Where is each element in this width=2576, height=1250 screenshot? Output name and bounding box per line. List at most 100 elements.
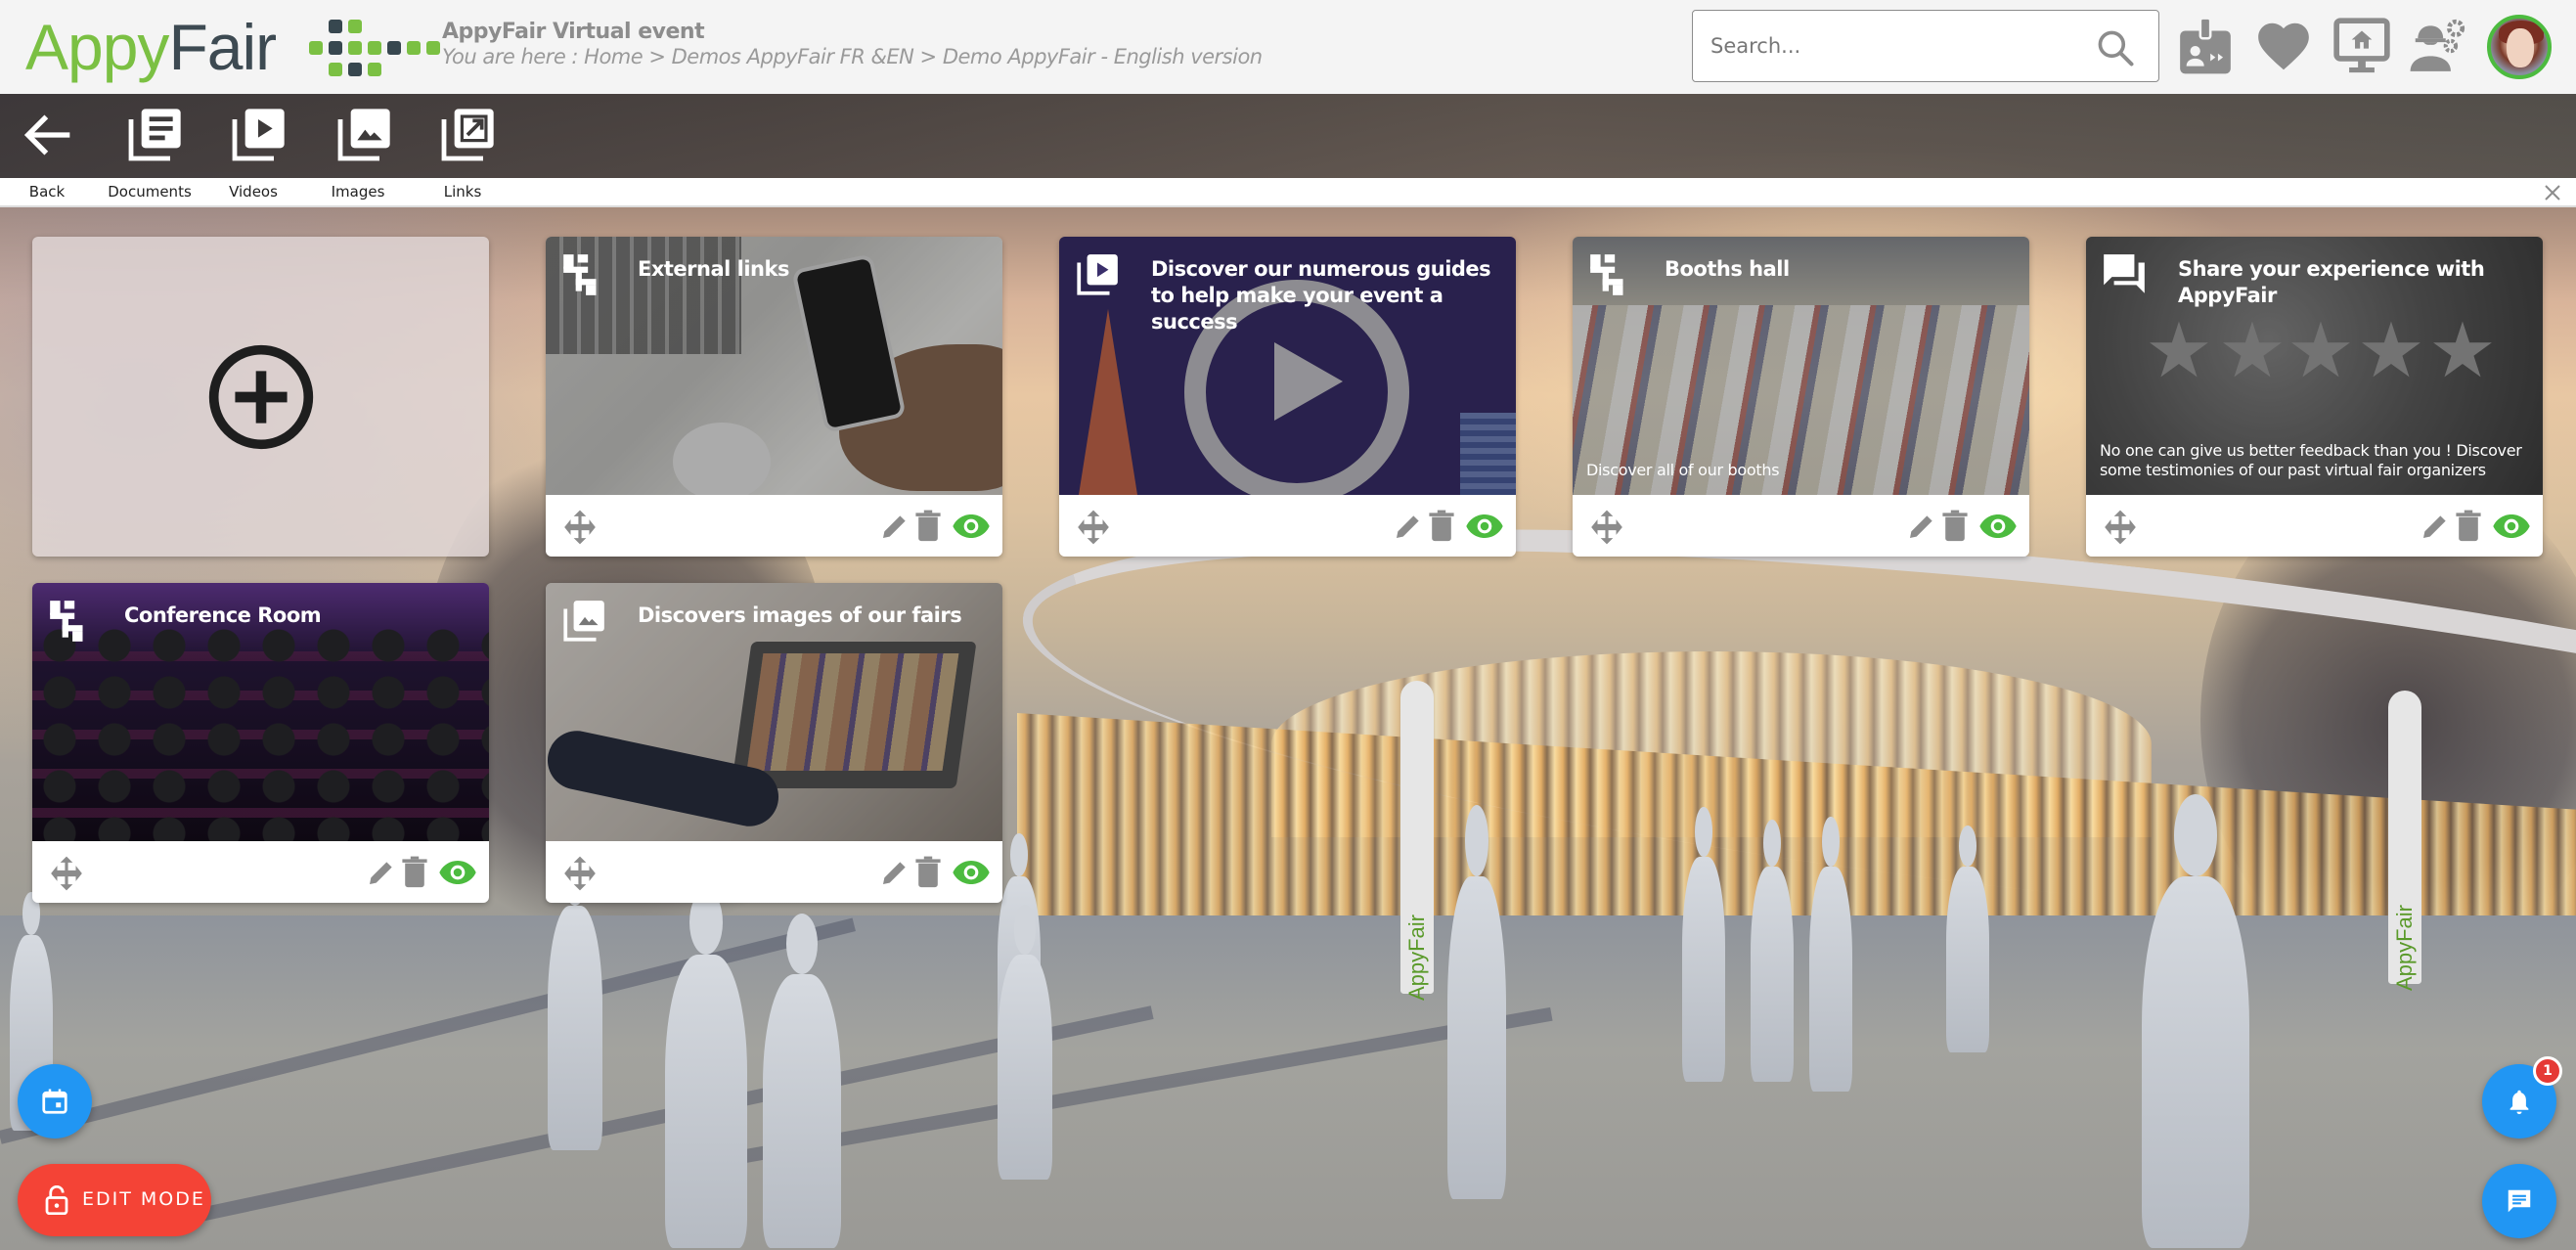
appyfair-logo[interactable]: Appy Fair	[25, 10, 440, 84]
edit-icon[interactable]	[1393, 511, 1424, 542]
arrow-left-icon	[23, 114, 70, 156]
tile-title: Share your experience with AppyFair	[2178, 257, 2485, 307]
sitemap-icon	[1590, 254, 1623, 295]
app-header: Appy Fair AppyFair Virtual event You are …	[0, 0, 2576, 94]
visibility-icon[interactable]	[952, 513, 991, 540]
monitor-home-icon[interactable]	[2332, 16, 2392, 76]
tile-fair-images[interactable]: Discovers images of our fairs	[546, 583, 1002, 903]
tile-description: Discover all of our booths	[1586, 461, 1780, 479]
links-icon	[441, 109, 494, 161]
star-icon: ★	[2287, 307, 2355, 395]
documents-icon	[128, 109, 181, 161]
breadcrumb[interactable]: You are here : Home > Demos AppyFair FR …	[442, 45, 1263, 68]
move-icon[interactable]	[561, 855, 599, 892]
logo-text-appy: Appy	[25, 11, 169, 83]
edit-icon[interactable]	[2420, 511, 2451, 542]
images-icon	[337, 109, 390, 161]
links-label[interactable]: Links	[444, 183, 482, 201]
edit-icon[interactable]	[879, 511, 910, 542]
tile-footer	[2086, 495, 2543, 557]
media-toolbar	[0, 94, 2576, 178]
logo-text-fair: Fair	[168, 11, 277, 83]
visitor-figure	[763, 914, 841, 1248]
images-label[interactable]: Images	[332, 183, 385, 201]
videos-label[interactable]: Videos	[229, 183, 278, 201]
documents-label[interactable]: Documents	[108, 183, 192, 201]
edit-icon[interactable]	[1906, 511, 1937, 542]
visitor-figure	[1447, 805, 1506, 1199]
avatar-face	[2507, 28, 2534, 67]
tile-booths-hall[interactable]: Booths hall Discover all of our booths	[1573, 237, 2029, 557]
move-icon[interactable]	[48, 855, 85, 892]
visitor-figure	[1809, 817, 1852, 1092]
tile-title: External links	[638, 257, 789, 281]
search-box[interactable]	[1692, 10, 2159, 82]
tile-guides[interactable]: Discover our numerous guides to help mak…	[1059, 237, 1516, 557]
delete-icon[interactable]	[914, 855, 942, 888]
tile-footer	[32, 841, 489, 903]
tile-footer	[1573, 495, 2029, 557]
visitor-figure	[1946, 826, 1989, 1052]
visitor-figure	[1682, 807, 1725, 1082]
delete-icon[interactable]	[1941, 509, 1969, 542]
notification-count-badge: 1	[2533, 1056, 2562, 1086]
move-icon[interactable]	[1588, 509, 1625, 546]
move-icon[interactable]	[2102, 509, 2139, 546]
tile-description: No one can give us better feedback than …	[2100, 441, 2522, 479]
flag-text: AppyFair	[2392, 904, 2417, 992]
visitor-figure	[2142, 794, 2249, 1248]
tile-title: Discovers images of our fairs	[638, 603, 962, 627]
photo-library-icon	[563, 601, 604, 642]
visibility-icon[interactable]	[438, 859, 477, 886]
star-icon: ★	[2428, 307, 2497, 395]
videos-icon	[232, 109, 285, 161]
tile-conference-room[interactable]: Conference Room	[32, 583, 489, 903]
user-avatar[interactable]	[2487, 15, 2552, 79]
tile-footer	[1059, 495, 1516, 557]
calendar-icon	[42, 1089, 67, 1114]
visitor-figure	[998, 905, 1052, 1180]
tile-external-links[interactable]: External links	[546, 237, 1002, 557]
sitemap-icon	[563, 254, 597, 295]
heart-icon[interactable]	[2253, 16, 2314, 76]
worker-settings-icon[interactable]	[2408, 16, 2468, 76]
delete-icon[interactable]	[401, 855, 428, 888]
tile-share-experience[interactable]: ★ ★ ★ ★ ★ Share your experience with App…	[2086, 237, 2543, 557]
chat-icon	[2508, 1189, 2531, 1213]
visibility-icon[interactable]	[952, 859, 991, 886]
tile-title: Booths hall	[1665, 257, 1790, 281]
visibility-icon[interactable]	[1978, 513, 2018, 540]
tile-footer	[546, 841, 1002, 903]
video-library-icon	[1077, 254, 1118, 295]
visitor-figure	[1751, 819, 1794, 1082]
edit-mode-button[interactable]: EDIT MODE	[18, 1164, 211, 1236]
close-icon[interactable]	[2541, 181, 2564, 204]
delete-icon[interactable]	[1428, 509, 1455, 542]
delete-icon[interactable]	[2455, 509, 2482, 542]
visibility-icon[interactable]	[2492, 513, 2531, 540]
event-title: AppyFair Virtual event	[442, 20, 705, 44]
tile-footer	[546, 495, 1002, 557]
star-icon: ★	[2357, 307, 2425, 395]
move-icon[interactable]	[1075, 509, 1112, 546]
flag-text: AppyFair	[1404, 914, 1429, 1002]
tile-title: Conference Room	[124, 603, 322, 627]
search-icon[interactable]	[2094, 26, 2137, 69]
delete-icon[interactable]	[914, 509, 942, 542]
bell-icon	[2509, 1090, 2529, 1115]
back-label[interactable]: Back	[29, 183, 65, 201]
visibility-icon[interactable]	[1465, 513, 1504, 540]
notifications-button[interactable]: 1	[2482, 1056, 2562, 1138]
search-input[interactable]	[1710, 11, 2063, 81]
visitor-figure	[665, 890, 747, 1248]
edit-icon[interactable]	[366, 857, 397, 888]
star-icon: ★	[2218, 307, 2287, 395]
forum-icon	[2104, 254, 2145, 293]
calendar-button[interactable]	[18, 1064, 92, 1138]
move-icon[interactable]	[561, 509, 599, 546]
logo-dots-icon	[289, 16, 440, 76]
edit-icon[interactable]	[879, 857, 910, 888]
chat-button[interactable]	[2482, 1164, 2556, 1238]
add-tile-button[interactable]	[32, 237, 489, 557]
badge-icon[interactable]	[2175, 16, 2236, 76]
